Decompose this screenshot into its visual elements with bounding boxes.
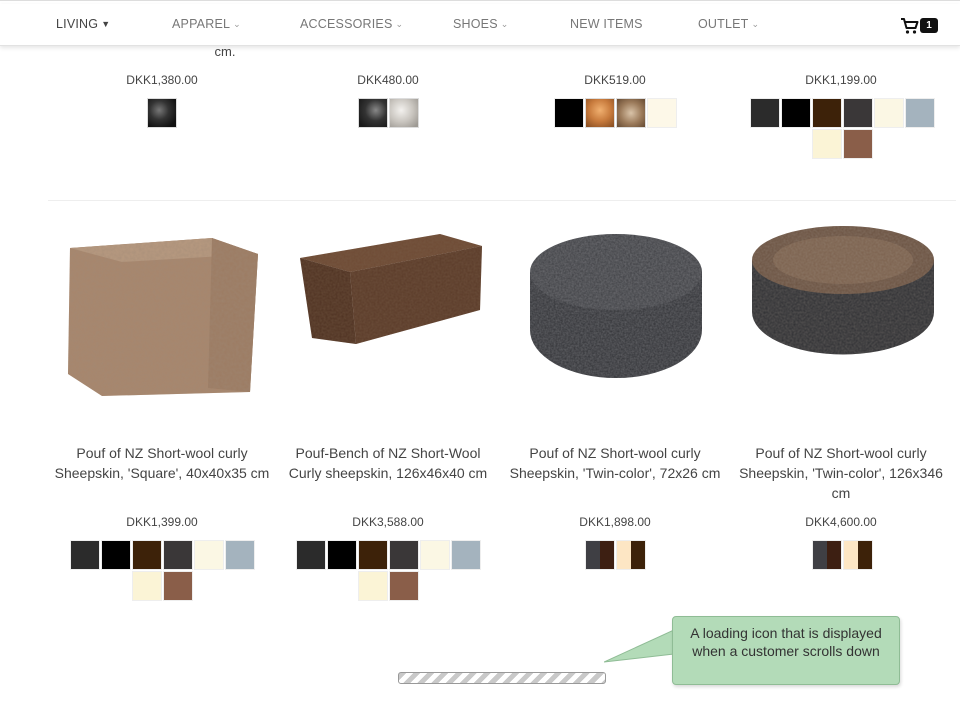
product-image-twin-color-pouf-72[interactable] (516, 220, 716, 420)
swatch-cream[interactable] (131, 571, 162, 601)
product-title[interactable]: Pouf of NZ Short-wool curly Sheepskin, '… (52, 443, 272, 483)
callout-pointer (604, 629, 674, 663)
swatch-fur-grey[interactable] (388, 98, 419, 128)
swatch-twin-dark[interactable] (811, 540, 842, 570)
swatch-group (66, 540, 258, 601)
swatch-dark-grey[interactable] (162, 540, 193, 570)
swatch-light-blue-grey[interactable] (450, 540, 481, 570)
swatch-twin-cream[interactable] (842, 540, 873, 570)
nav-item-accessories[interactable]: ACCESSORIES ⌄ (300, 4, 403, 46)
round-pouf-twin-image (752, 226, 934, 355)
row-divider (48, 200, 956, 201)
chevron-down-icon: ⌄ (751, 19, 760, 29)
swatch-group (583, 540, 647, 570)
product-price: DKK1,399.00 (126, 515, 198, 529)
swatch-ivory[interactable] (873, 98, 904, 128)
swatch-charcoal[interactable] (69, 540, 100, 570)
chevron-down-icon: ⌄ (500, 19, 509, 29)
nav-item-outlet[interactable]: OUTLET ⌄ (698, 4, 759, 46)
nav-item-living[interactable]: LIVING ▼ (56, 4, 110, 46)
swatch-twin-cream[interactable] (615, 540, 646, 570)
swatch-dark-grey[interactable] (388, 540, 419, 570)
chevron-down-icon: ▼ (101, 19, 111, 29)
swatch-brown[interactable] (388, 571, 419, 601)
chevron-down-icon: ⌄ (233, 19, 241, 29)
product-title[interactable]: Pouf of NZ Short-wool curly Sheepskin, '… (505, 443, 725, 483)
nav-item-shoes[interactable]: SHOES ⌄ (453, 4, 509, 46)
cart-button[interactable]: 1 (900, 15, 942, 37)
cart-count-badge: 1 (920, 18, 938, 33)
nav-item-apparel[interactable]: APPAREL ⌄ (172, 4, 241, 46)
swatch-brown[interactable] (162, 571, 193, 601)
swatch-group (146, 98, 178, 128)
swatch-black[interactable] (780, 98, 811, 128)
product-image-square-pouf[interactable] (62, 220, 262, 420)
main-navigation: LIVING ▼ APPAREL ⌄ ACCESSORIES ⌄ SHOES ⌄ NEW… (0, 4, 960, 46)
swatch-group (746, 98, 938, 159)
swatch-fur-black[interactable] (147, 98, 177, 128)
annotation-text: A loading icon that is displayed when a … (690, 625, 882, 659)
swatch-twin-dark[interactable] (584, 540, 615, 570)
swatch-charcoal[interactable] (295, 540, 326, 570)
pouf-bench-image (300, 234, 482, 344)
product-price: DKK1,199.00 (805, 73, 877, 87)
swatch-dark-brown[interactable] (811, 98, 842, 128)
swatch-group (292, 540, 484, 601)
swatch-group (356, 98, 420, 128)
product-title[interactable]: Pouf-Bench of NZ Short-Wool Curly sheeps… (278, 443, 498, 483)
product-price: DKK3,588.00 (352, 515, 424, 529)
pouf-square-image (68, 238, 258, 396)
swatch-fur-orange[interactable] (584, 98, 615, 128)
swatch-fur-brown[interactable] (615, 98, 646, 128)
swatch-group (810, 540, 874, 570)
swatch-black[interactable] (100, 540, 131, 570)
swatch-fur-black[interactable] (357, 98, 388, 128)
swatch-dark-brown[interactable] (357, 540, 388, 570)
swatch-cream[interactable] (646, 98, 677, 128)
annotation-callout: A loading icon that is displayed when a … (672, 616, 900, 685)
swatch-brown[interactable] (842, 129, 873, 159)
swatch-cream[interactable] (357, 571, 388, 601)
swatch-group (551, 98, 679, 128)
product-price: DKK1,898.00 (579, 515, 651, 529)
swatch-ivory[interactable] (419, 540, 450, 570)
swatch-dark-brown[interactable] (131, 540, 162, 570)
swatch-black[interactable] (553, 98, 584, 128)
swatch-cream[interactable] (811, 129, 842, 159)
chevron-down-icon: ⌄ (395, 19, 404, 29)
nav-item-new-items[interactable]: NEW ITEMS (570, 4, 643, 46)
product-price: DKK519.00 (584, 73, 646, 87)
swatch-ivory[interactable] (193, 540, 224, 570)
product-price: DKK480.00 (357, 73, 419, 87)
round-pouf-image (530, 234, 702, 378)
product-image-pouf-bench[interactable] (290, 220, 490, 420)
swatch-black[interactable] (326, 540, 357, 570)
swatch-light-blue-grey[interactable] (904, 98, 935, 128)
swatch-dark-grey[interactable] (842, 98, 873, 128)
swatch-light-blue-grey[interactable] (224, 540, 255, 570)
product-price: DKK4,600.00 (805, 515, 877, 529)
product-title-fragment: cm. (214, 44, 236, 59)
loading-progress-bar (398, 672, 606, 684)
swatch-charcoal[interactable] (749, 98, 780, 128)
product-image-twin-color-pouf-126[interactable] (744, 220, 944, 420)
product-title[interactable]: Pouf of NZ Short-wool curly Sheepskin, '… (731, 443, 951, 503)
shopping-cart-icon (901, 18, 919, 34)
product-price: DKK1,380.00 (126, 73, 198, 87)
